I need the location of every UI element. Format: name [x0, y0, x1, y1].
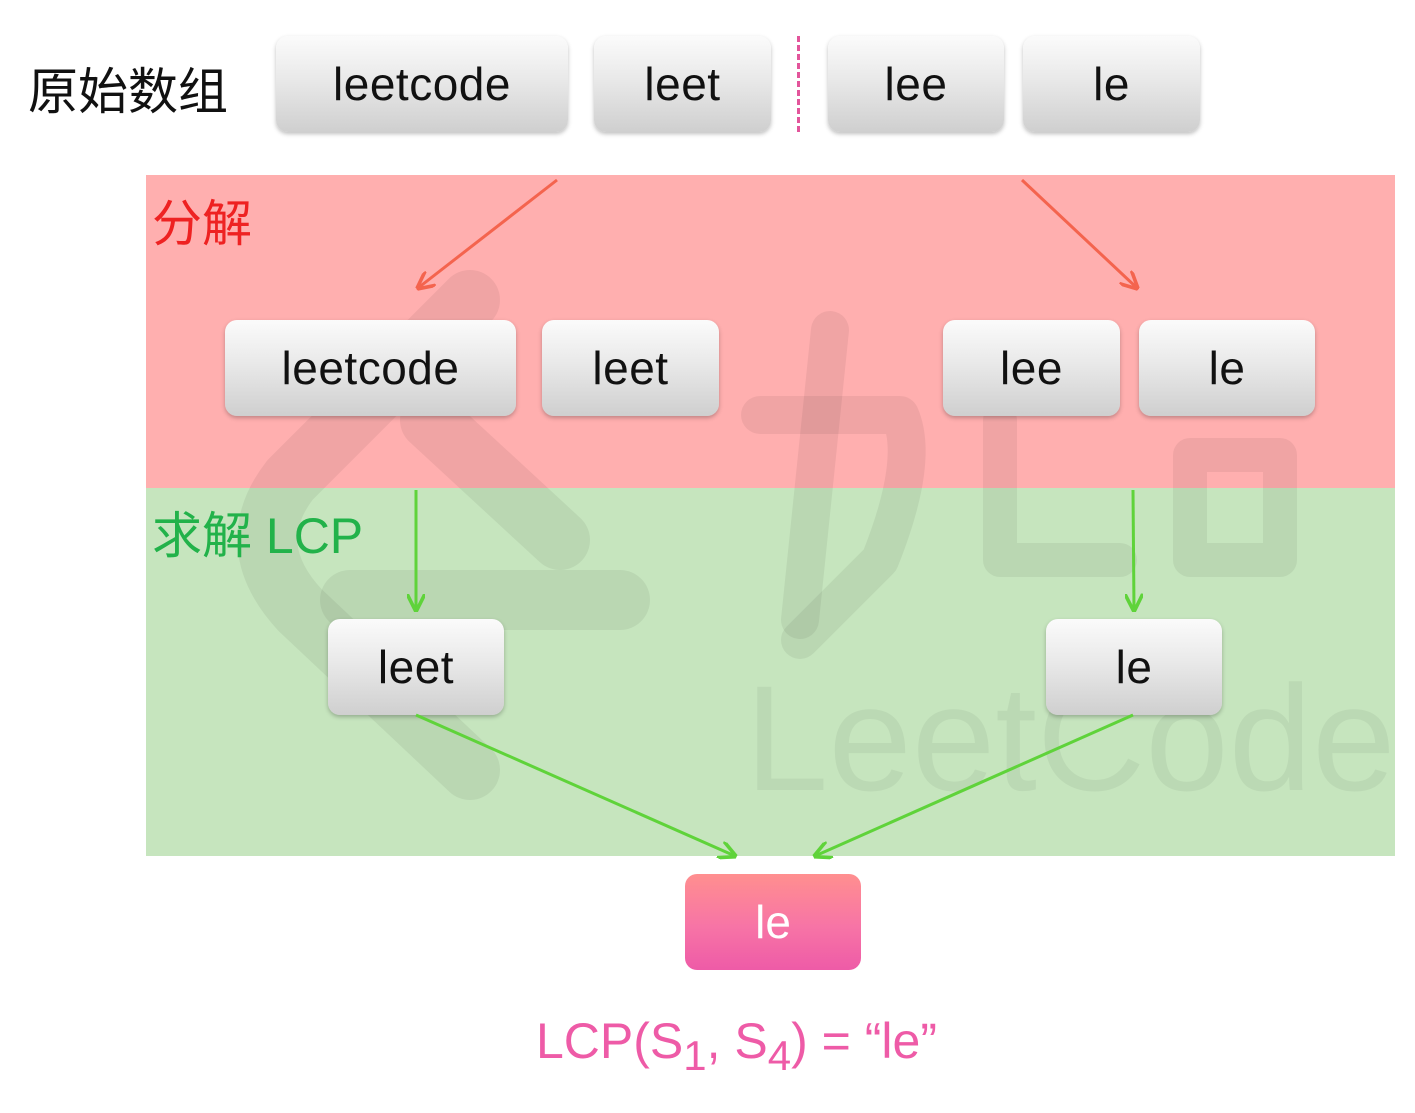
divide-arrow-left [418, 178, 558, 288]
formula-suffix: ) = “le” [791, 1013, 937, 1069]
solve-arrow-right [1133, 489, 1134, 610]
formula-prefix: LCP(S [536, 1013, 684, 1069]
divide-arrow-right [1020, 178, 1137, 288]
formula-subscript-4: 4 [767, 1032, 792, 1079]
formula-subscript-1: 1 [683, 1032, 707, 1079]
formula-separator: , S [706, 1013, 768, 1069]
merge-arrow-right [815, 713, 1134, 856]
arrows-layer [0, 178, 1415, 1113]
lcp-formula: LCP(S1, S4) = “le” [536, 1012, 937, 1080]
merge-arrow-left [415, 713, 735, 856]
